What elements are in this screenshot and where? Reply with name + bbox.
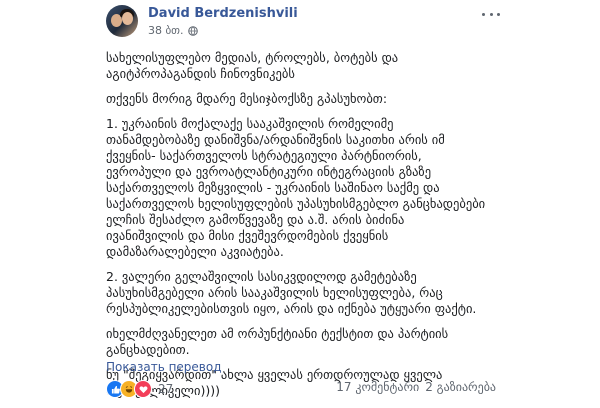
show-translation-link[interactable]: Показать перевод xyxy=(106,360,222,374)
reactions-summary[interactable]: 27 xyxy=(106,380,173,398)
shares-count-link[interactable]: 2 გაზიარება xyxy=(425,380,496,394)
avatar[interactable] xyxy=(106,5,138,37)
post-card: David Berdzenishvili 38 ბთ. სახელისუფლებ… xyxy=(96,0,506,400)
love-icon xyxy=(134,380,152,398)
post-paragraph: იხელმძღვანელეთ ამ ორპუნქტიანი ტექსტით და… xyxy=(106,326,449,357)
post-meta: 38 ბთ. xyxy=(148,24,198,37)
post-paragraph: 2. ვალერი გელაშვილის სასიკვდილოდ გამეტებ… xyxy=(106,269,477,316)
post-paragraph: სახელისუფლებო მედიას, ტროლებს, ბოტებს და… xyxy=(106,50,399,81)
post-header: David Berdzenishvili 38 ბთ. xyxy=(106,4,506,40)
more-options-icon[interactable] xyxy=(482,8,500,20)
reaction-count: 27 xyxy=(158,382,174,396)
post-body: სახელისუფლებო მედიას, ტროლებს, ბოტებს და… xyxy=(106,50,486,408)
post-paragraph: თქვენს მორიგ მდარე მესიჯბოქსზე გპასუხობთ… xyxy=(106,91,388,106)
post-footer: 27 17 კომენტარი 2 გაზიარება xyxy=(106,380,496,398)
post-paragraph: 1. უკრაინის მოქალაქე სააკაშვილის რომელიმ… xyxy=(106,116,486,259)
comments-count-link[interactable]: 17 კომენტარი xyxy=(336,380,419,394)
author-name[interactable]: David Berdzenishvili xyxy=(148,6,298,21)
globe-icon xyxy=(187,25,198,36)
post-timestamp[interactable]: 38 ბთ. xyxy=(148,24,184,37)
post-stats: 17 კომენტარი 2 გაზიარება xyxy=(336,380,496,394)
